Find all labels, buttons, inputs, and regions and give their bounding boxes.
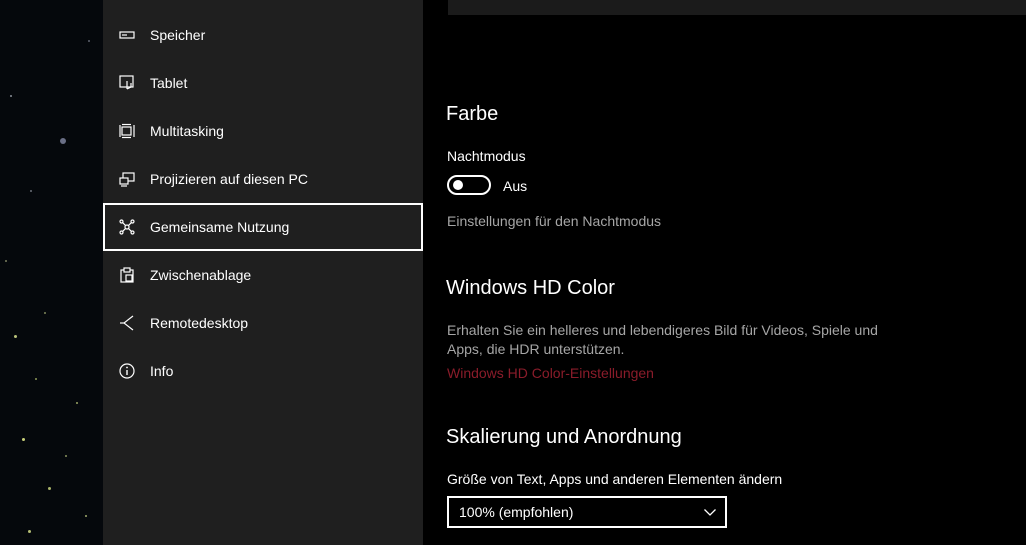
star [35,378,37,380]
sidebar-item-label: Info [150,363,174,379]
scale-dropdown-value: 100% (empfohlen) [459,504,574,520]
sidebar-item-label: Tablet [150,75,188,91]
sidebar-item-multitasking[interactable]: Multitasking [103,107,423,155]
sidebar-item-label: Remotedesktop [150,315,249,331]
star [88,40,90,42]
sidebar-item-tablet[interactable]: Tablet [103,59,423,107]
scale-section-title: Skalierung und Anordnung [446,426,682,448]
star [14,335,17,338]
star [5,260,7,262]
hd-color-description-line1: Erhalten Sie ein helleres und lebendiger… [447,322,878,338]
night-mode-label: Nachtmodus [447,148,526,164]
clipboard-icon [119,267,135,283]
multitasking-icon [119,123,135,139]
sidebar-item-label: Multitasking [150,123,224,139]
star [76,402,78,404]
star [44,312,46,314]
hd-color-settings-link[interactable]: Windows HD Color-Einstellungen [447,365,654,381]
sidebar-item-projizieren[interactable]: Projizieren auf diesen PC [103,155,423,203]
info-icon [119,363,135,379]
star [65,455,67,457]
hd-color-section-title: Windows HD Color [446,277,615,299]
sidebar-item-remotedesktop[interactable]: Remotedesktop [103,299,423,347]
color-section-title: Farbe [446,103,499,125]
chevron-down-icon [704,509,716,516]
scale-size-label: Größe von Text, Apps und anderen Element… [447,471,783,487]
tablet-icon [119,75,135,91]
sidebar-item-label: Projizieren auf diesen PC [150,171,308,187]
toggle-knob [453,180,463,190]
storage-icon [119,27,135,43]
sidebar-item-gemeinsame-nutzung[interactable]: Gemeinsame Nutzung [103,203,423,251]
night-mode-state: Aus [503,178,528,194]
sidebar-item-info[interactable]: Info [103,347,423,395]
project-icon [119,171,135,187]
hd-color-description-line2: Apps, die HDR unterstützen. [447,341,625,357]
star [60,138,66,144]
previous-section-panel [448,0,1026,15]
remote-desktop-icon [119,315,135,331]
sidebar-item-speicher[interactable]: Speicher [103,11,423,59]
scale-dropdown[interactable]: 100% (empfohlen) [447,496,727,528]
settings-sidebar: Speicher Tablet Multitasking Projizieren… [103,0,423,545]
star [48,487,51,490]
star [85,515,87,517]
night-mode-toggle[interactable] [447,175,491,195]
sidebar-item-zwischenablage[interactable]: Zwischenablage [103,251,423,299]
star [10,95,12,97]
settings-content: Farbe Nachtmodus Aus Einstellungen für d… [423,0,1026,545]
night-mode-settings-link[interactable]: Einstellungen für den Nachtmodus [447,212,661,231]
sidebar-item-label: Gemeinsame Nutzung [150,219,290,235]
share-icon [119,219,135,235]
star [28,530,31,533]
star [22,438,25,441]
desktop-wallpaper [0,0,103,545]
sidebar-item-label: Speicher [150,27,206,43]
star [30,190,32,192]
sidebar-item-label: Zwischenablage [150,267,252,283]
